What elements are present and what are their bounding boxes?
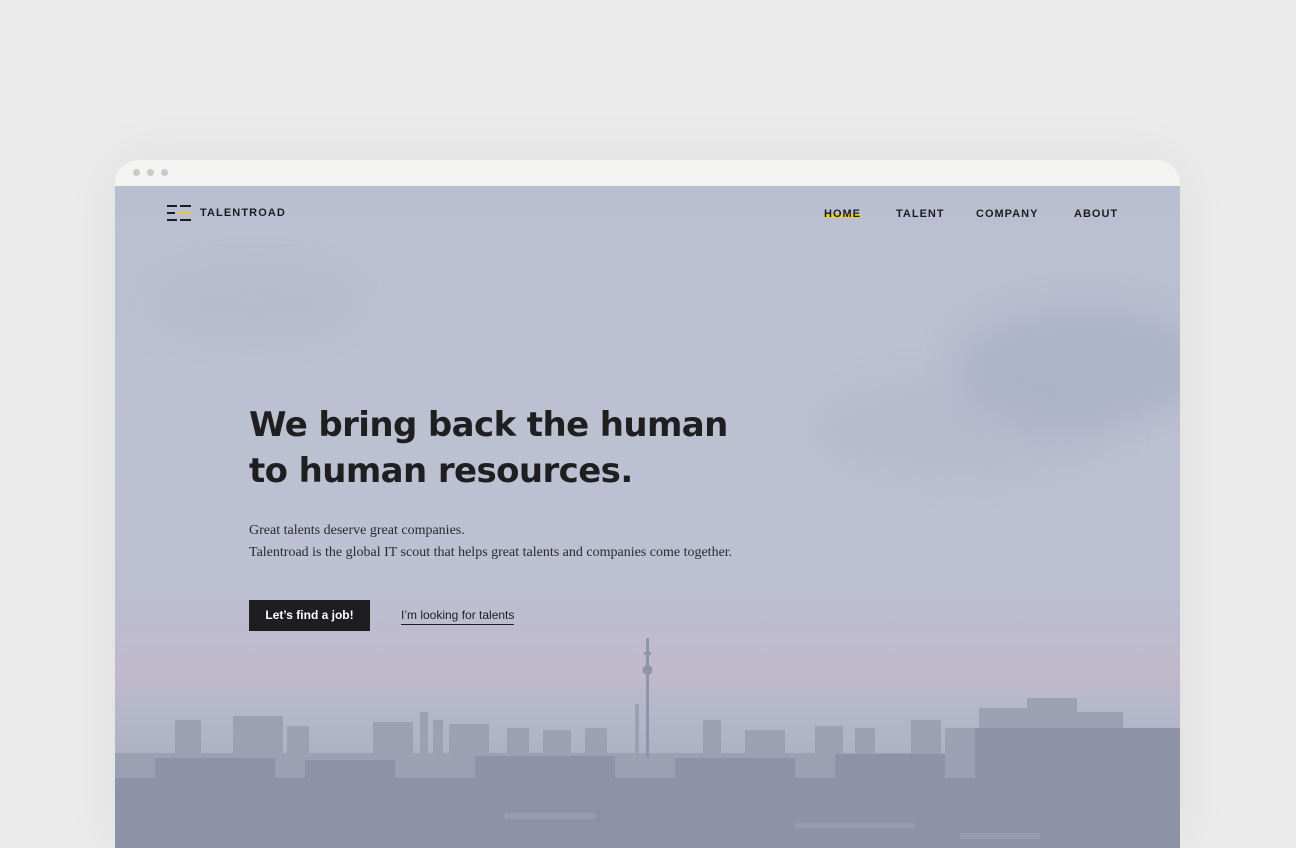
nav-item-talent[interactable]: TALENT — [896, 207, 945, 221]
window-control-dot[interactable] — [133, 169, 140, 176]
browser-window: TALENTROAD HOME TALENT COMPANY ABOUT We … — [115, 160, 1180, 848]
browser-titlebar — [115, 160, 1180, 186]
hero-subtitle-line: Talentroad is the global IT scout that h… — [249, 545, 733, 560]
hero-headline: We bring back the human to human resourc… — [249, 402, 809, 494]
hero-headline-line: to human resources. — [249, 451, 633, 491]
nav-item-about[interactable]: ABOUT — [1074, 207, 1118, 221]
window-control-dot[interactable] — [161, 169, 168, 176]
cloud-shape — [155, 276, 355, 336]
nav-item-company[interactable]: COMPANY — [976, 207, 1038, 221]
looking-for-talents-link[interactable]: I’m looking for talents — [401, 607, 515, 625]
main-nav: HOME TALENT COMPANY ABOUT — [115, 207, 1180, 223]
hero-section: TALENTROAD HOME TALENT COMPANY ABOUT We … — [115, 186, 1180, 848]
nav-item-home[interactable]: HOME — [824, 207, 861, 221]
find-job-button[interactable]: Let’s find a job! — [249, 600, 370, 631]
hero-headline-line: We bring back the human — [249, 405, 728, 445]
hero-subtitle: Great talents deserve great companies. T… — [249, 520, 869, 564]
city-skyline-image — [115, 638, 1180, 848]
hero-subtitle-line: Great talents deserve great companies. — [249, 523, 465, 538]
cloud-shape — [815, 386, 1115, 476]
window-control-dot[interactable] — [147, 169, 154, 176]
